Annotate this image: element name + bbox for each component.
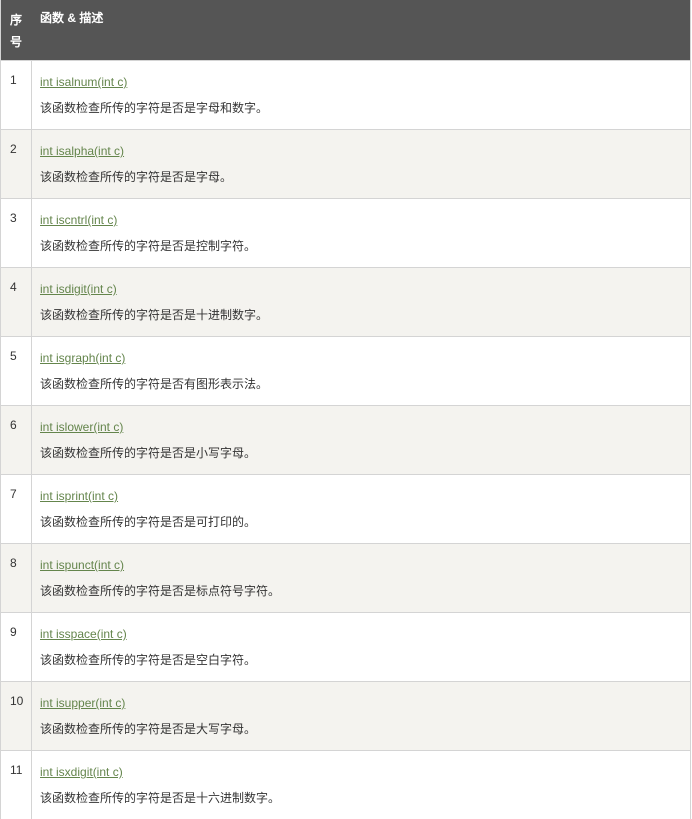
row-content: int islower(int c) 该函数检查所传的字符是否是小写字母。 — [32, 406, 256, 474]
row-index: 1 — [1, 61, 32, 129]
function-link[interactable]: int isspace(int c) — [40, 626, 256, 642]
function-description: 该函数检查所传的字符是否是十六进制数字。 — [40, 791, 281, 805]
header-index-label-line1: 序 — [10, 13, 23, 27]
function-link[interactable]: int ispunct(int c) — [40, 557, 280, 573]
row-index: 4 — [1, 268, 32, 336]
function-description: 该函数检查所传的字符是否是十进制数字。 — [40, 308, 269, 322]
table-row: 4 int isdigit(int c) 该函数检查所传的字符是否是十进制数字。 — [1, 267, 690, 336]
function-description: 该函数检查所传的字符是否有图形表示法。 — [40, 377, 269, 391]
row-content: int isalpha(int c) 该函数检查所传的字符是否是字母。 — [32, 130, 232, 198]
function-link[interactable]: int isupper(int c) — [40, 695, 256, 711]
row-content: int iscntrl(int c) 该函数检查所传的字符是否是控制字符。 — [32, 199, 256, 267]
function-link[interactable]: int islower(int c) — [40, 419, 256, 435]
table-row: 9 int isspace(int c) 该函数检查所传的字符是否是空白字符。 — [1, 612, 690, 681]
table-row: 7 int isprint(int c) 该函数检查所传的字符是否是可打印的。 — [1, 474, 690, 543]
function-description: 该函数检查所传的字符是否是字母和数字。 — [40, 101, 269, 115]
function-link[interactable]: int isalnum(int c) — [40, 74, 268, 90]
row-index: 2 — [1, 130, 32, 198]
function-link[interactable]: int isdigit(int c) — [40, 281, 268, 297]
table-header: 序 号 函数 & 描述 — [1, 0, 690, 60]
function-description: 该函数检查所传的字符是否是字母。 — [40, 170, 233, 184]
function-description: 该函数检查所传的字符是否是控制字符。 — [40, 239, 257, 253]
table-row: 5 int isgraph(int c) 该函数检查所传的字符是否有图形表示法。 — [1, 336, 690, 405]
header-index-column: 序 号 — [1, 0, 32, 60]
row-index: 3 — [1, 199, 32, 267]
row-index: 5 — [1, 337, 32, 405]
row-content: int isgraph(int c) 该函数检查所传的字符是否有图形表示法。 — [32, 337, 268, 405]
table-row: 10 int isupper(int c) 该函数检查所传的字符是否是大写字母。 — [1, 681, 690, 750]
function-description: 该函数检查所传的字符是否是可打印的。 — [40, 515, 257, 529]
header-function-description-label: 函数 & 描述 — [40, 11, 104, 25]
row-content: int isspace(int c) 该函数检查所传的字符是否是空白字符。 — [32, 613, 256, 681]
row-index: 10 — [1, 682, 32, 750]
row-index: 11 — [1, 751, 32, 819]
row-content: int isalnum(int c) 该函数检查所传的字符是否是字母和数字。 — [32, 61, 268, 129]
table-row: 1 int isalnum(int c) 该函数检查所传的字符是否是字母和数字。 — [1, 60, 690, 129]
function-link[interactable]: int isprint(int c) — [40, 488, 256, 504]
row-index: 8 — [1, 544, 32, 612]
table-row: 3 int iscntrl(int c) 该函数检查所传的字符是否是控制字符。 — [1, 198, 690, 267]
row-content: int isxdigit(int c) 该函数检查所传的字符是否是十六进制数字。 — [32, 751, 280, 819]
header-index-label-line2: 号 — [10, 35, 23, 49]
table-row: 8 int ispunct(int c) 该函数检查所传的字符是否是标点符号字符… — [1, 543, 690, 612]
row-index: 6 — [1, 406, 32, 474]
function-table: 序 号 函数 & 描述 1 int isalnum(int c) 该函数检查所传… — [0, 0, 691, 819]
function-description: 该函数检查所传的字符是否是空白字符。 — [40, 653, 257, 667]
function-link[interactable]: int isgraph(int c) — [40, 350, 268, 366]
row-index: 7 — [1, 475, 32, 543]
function-link[interactable]: int isalpha(int c) — [40, 143, 232, 159]
function-link[interactable]: int isxdigit(int c) — [40, 764, 280, 780]
function-link[interactable]: int iscntrl(int c) — [40, 212, 256, 228]
row-content: int isprint(int c) 该函数检查所传的字符是否是可打印的。 — [32, 475, 256, 543]
table-row: 2 int isalpha(int c) 该函数检查所传的字符是否是字母。 — [1, 129, 690, 198]
function-description: 该函数检查所传的字符是否是大写字母。 — [40, 722, 257, 736]
row-content: int isupper(int c) 该函数检查所传的字符是否是大写字母。 — [32, 682, 256, 750]
function-description: 该函数检查所传的字符是否是小写字母。 — [40, 446, 257, 460]
row-content: int ispunct(int c) 该函数检查所传的字符是否是标点符号字符。 — [32, 544, 280, 612]
table-row: 11 int isxdigit(int c) 该函数检查所传的字符是否是十六进制… — [1, 750, 690, 819]
table-row: 6 int islower(int c) 该函数检查所传的字符是否是小写字母。 — [1, 405, 690, 474]
row-index: 9 — [1, 613, 32, 681]
row-content: int isdigit(int c) 该函数检查所传的字符是否是十进制数字。 — [32, 268, 268, 336]
function-description: 该函数检查所传的字符是否是标点符号字符。 — [40, 584, 281, 598]
